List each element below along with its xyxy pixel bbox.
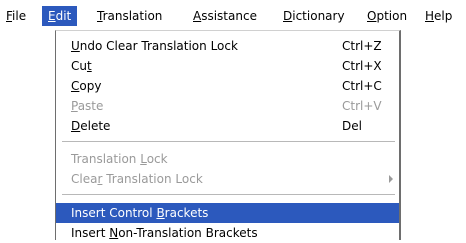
- menu-item-copy[interactable]: Copy Ctrl+C: [56, 76, 399, 96]
- menu-item-undo-label: Undo Clear Translation Lock: [71, 36, 238, 56]
- menu-help-mnemonic: H: [425, 9, 435, 23]
- menu-item-cut-mnemonic: t: [86, 59, 92, 73]
- menu-item-paste-mnemonic: P: [71, 99, 78, 113]
- menu-item-insert-non-translation-brackets[interactable]: Insert Non-Translation Brackets: [56, 223, 399, 243]
- menu-item-insert-control-brackets-label: Insert Control Brackets: [71, 203, 208, 223]
- menu-file-label: ile: [12, 9, 27, 23]
- menu-option[interactable]: Option: [361, 6, 413, 26]
- menu-item-delete-mnemonic: D: [71, 119, 81, 133]
- menu-assistance-mnemonic: A: [193, 9, 202, 23]
- menu-item-translation-lock-label-post: ock: [146, 152, 168, 166]
- menu-file[interactable]: File: [0, 6, 32, 26]
- menu-item-cut-label: Cut: [71, 56, 92, 76]
- menu-item-undo-shortcut: Ctrl+Z: [342, 39, 382, 53]
- menu-item-undo-label-post: ndo Clear Translation Lock: [79, 39, 238, 53]
- menu-edit-label: dit: [55, 9, 72, 23]
- menu-item-undo[interactable]: Undo Clear Translation Lock Ctrl+Z: [56, 36, 399, 56]
- menu-option-label: ption: [376, 9, 408, 23]
- menu-assistance[interactable]: Assistance: [187, 6, 263, 26]
- menu-dictionary-mnemonic: D: [283, 9, 293, 23]
- menu-item-clear-translation-lock-label: Clear Translation Lock: [71, 169, 203, 189]
- menu-item-insert-non-translation-brackets-label: Insert Non-Translation Brackets: [71, 223, 258, 243]
- menu-item-insert-control-brackets-label-post: rackets: [164, 206, 209, 220]
- menu-item-delete-label: Delete: [71, 116, 110, 136]
- menu-item-clear-translation-lock-label-post: Translation Lock: [102, 172, 203, 186]
- edit-dropdown-menu: Undo Clear Translation Lock Ctrl+Z Cut C…: [55, 30, 401, 240]
- menu-separator: [62, 194, 395, 196]
- menu-item-paste-shortcut: Ctrl+V: [342, 99, 382, 113]
- menu-item-cut-label-pre: Cu: [71, 59, 87, 73]
- menu-edit-mnemonic: E: [48, 9, 56, 23]
- menu-bar: File Edit Translation Assistance Diction…: [0, 0, 466, 29]
- menu-item-copy-label: Copy: [71, 76, 101, 96]
- menu-item-copy-label-post: opy: [79, 79, 102, 93]
- menu-item-undo-mnemonic: U: [71, 39, 80, 53]
- menu-item-insert-non-translation-brackets-mnemonic: N: [109, 226, 119, 240]
- menu-item-translation-lock-label-pre: Translation: [71, 152, 141, 166]
- chevron-right-icon: [389, 175, 393, 183]
- menu-help-label: elp: [434, 9, 453, 23]
- menu-help[interactable]: Help: [419, 6, 458, 26]
- menu-translation[interactable]: Translation: [91, 6, 168, 26]
- menu-item-clear-translation-lock: Clear Translation Lock: [56, 169, 399, 189]
- menu-item-translation-lock: Translation Lock: [56, 149, 399, 169]
- menu-item-cut-shortcut: Ctrl+X: [342, 59, 382, 73]
- menu-item-paste-label-post: aste: [77, 99, 104, 113]
- menu-item-insert-control-brackets-mnemonic: B: [156, 206, 165, 220]
- menu-item-delete-label-post: elete: [80, 119, 111, 133]
- menu-item-insert-control-brackets[interactable]: Insert Control Brackets: [56, 203, 399, 223]
- menu-item-insert-non-translation-brackets-label-pre: Insert: [71, 226, 110, 240]
- menu-item-paste: Paste Ctrl+V: [56, 96, 399, 116]
- menu-assistance-label: ssistance: [201, 9, 257, 23]
- menu-item-insert-control-brackets-label-pre: Insert Control: [71, 206, 157, 220]
- menu-separator: [62, 141, 395, 143]
- menu-item-copy-shortcut: Ctrl+C: [342, 79, 382, 93]
- menu-item-cut[interactable]: Cut Ctrl+X: [56, 56, 399, 76]
- menu-item-clear-translation-lock-label-pre: Clea: [71, 172, 98, 186]
- menu-translation-label: ranslation: [102, 9, 163, 23]
- menu-dictionary-label: ictionary: [292, 9, 345, 23]
- menu-item-delete-shortcut: Del: [342, 119, 362, 133]
- menu-item-insert-non-translation-brackets-label-post: on-Translation Brackets: [118, 226, 258, 240]
- menu-edit[interactable]: Edit: [42, 6, 78, 26]
- menu-dictionary[interactable]: Dictionary: [277, 6, 351, 26]
- menu-item-delete[interactable]: Delete Del: [56, 116, 399, 136]
- menu-item-translation-lock-label: Translation Lock: [71, 149, 168, 169]
- menu-item-paste-label: Paste: [71, 96, 103, 116]
